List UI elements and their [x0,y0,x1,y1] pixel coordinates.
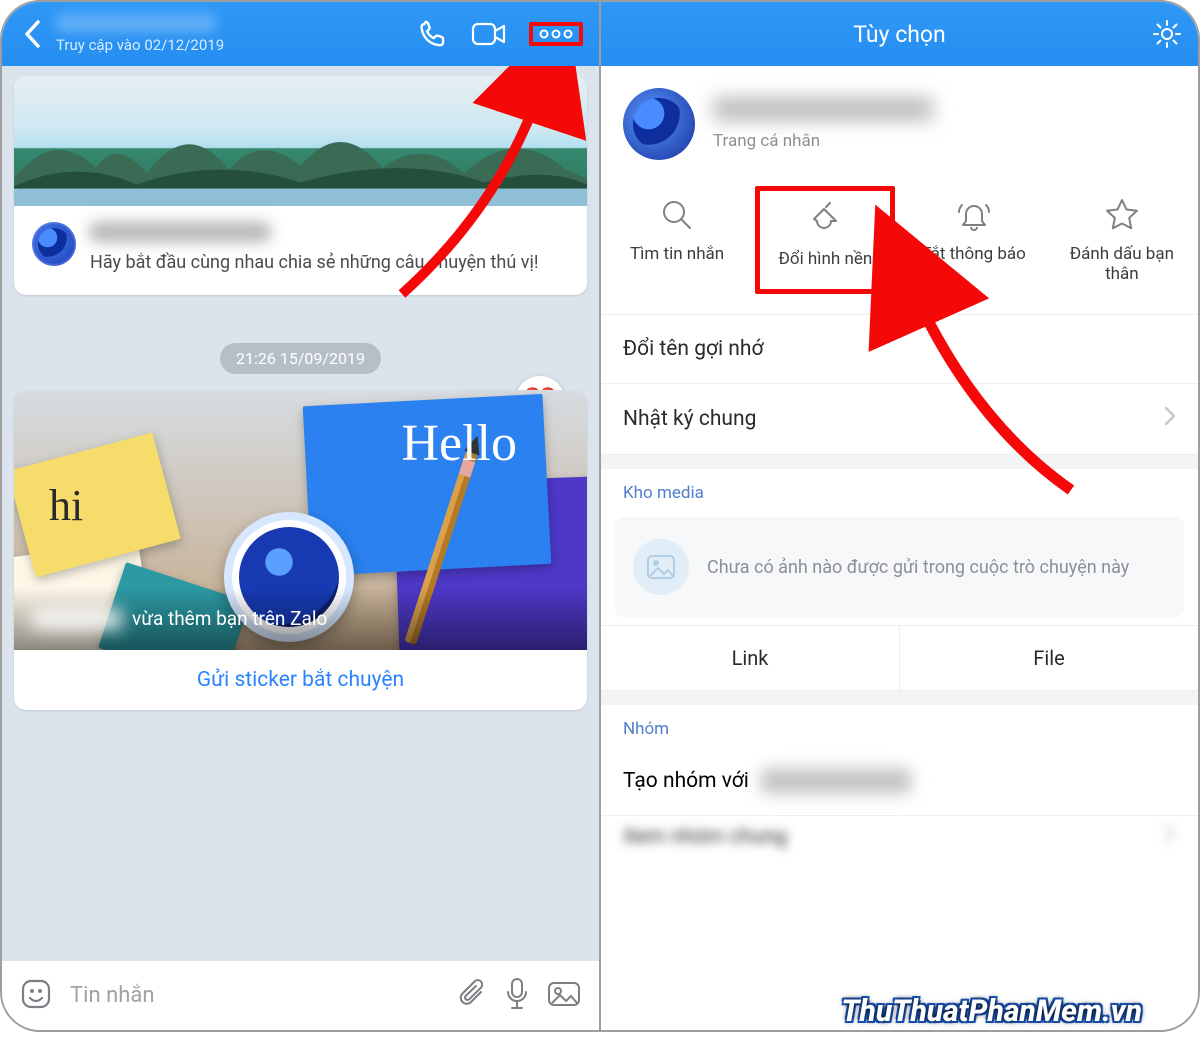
profile-page-link[interactable]: Trang cá nhân [713,131,933,151]
create-group-name-blurred [761,769,911,793]
row-view-common-groups[interactable]: Xem nhóm chung [601,816,1198,850]
options-header: Tùy chọn [601,2,1198,66]
paint-roller-icon [807,201,843,239]
chevron-right-icon [1164,406,1176,432]
action-change-background[interactable]: Đổi hình nền [755,186,895,294]
create-group-prefix: Tạo nhóm với [623,769,749,793]
chat-header: Truy cập vào 02/12/2019 [2,2,599,66]
media-section-label: Kho media [601,469,1198,511]
video-call-icon[interactable] [471,20,507,48]
more-icon[interactable] [539,28,573,40]
message-input[interactable]: Tin nhắn [70,983,154,1008]
watermark-text: ThuThuatPhanMem.vn [841,994,1142,1029]
row-shared-diary[interactable]: Nhật ký chung [601,384,1198,455]
action-search-label: Tìm tin nhắn [630,244,724,264]
row-rename-alias[interactable]: Đổi tên gợi nhớ [601,315,1198,384]
contact-name-blurred-inline [90,222,270,242]
tab-file[interactable]: File [900,626,1198,690]
photo-placeholder-icon [633,539,689,595]
action-mute-notifications[interactable]: Tắt thông báo [904,186,1044,294]
overlay-name-blurred [32,608,122,630]
media-empty-text: Chưa có ảnh nào được gửi trong cuộc trò … [707,557,1129,578]
added-on-zalo-text: vừa thêm bạn trên Zalo [132,607,327,630]
star-icon [1104,196,1140,234]
intro-card: Hãy bắt đầu cùng nhau chia sẻ những câu … [14,76,587,295]
voice-icon[interactable] [505,977,529,1015]
options-title: Tùy chọn [853,21,945,48]
contact-avatar-large[interactable] [623,88,695,160]
action-mark-bestfriend[interactable]: Đánh dấu bạn thân [1052,186,1192,294]
friend-added-card[interactable]: hi Hello vừa thêm bạn trên Zalo Gửi stic… [14,390,587,710]
contact-name-blurred-large [713,97,933,121]
message-input-bar: Tin nhắn [2,960,599,1030]
settings-icon[interactable] [1152,19,1182,49]
intro-cover-image [14,76,587,206]
search-icon [660,196,694,234]
attach-icon[interactable] [459,978,487,1014]
media-empty-box: Chưa có ảnh nào được gửi trong cuộc trò … [615,517,1184,617]
profile-row[interactable]: Trang cá nhân [601,66,1198,182]
row-rename-label: Đổi tên gợi nhớ [623,337,763,361]
intro-text: Hãy bắt đầu cùng nhau chia sẻ những câu … [90,250,538,275]
action-bestfriend-label: Đánh dấu bạn thân [1056,244,1188,284]
action-search-messages[interactable]: Tìm tin nhắn [607,186,747,294]
tab-link[interactable]: Link [601,626,900,690]
contact-avatar-small[interactable] [32,222,76,266]
chevron-right-icon [1164,824,1176,850]
hi-label: hi [49,480,83,531]
contact-name-blurred [56,14,216,32]
back-button[interactable] [18,14,48,54]
gallery-icon[interactable] [547,979,581,1013]
view-common-groups-label: Xem nhóm chung [623,825,787,849]
row-create-group[interactable]: Tạo nhóm với [601,747,1198,816]
row-shared-diary-label: Nhật ký chung [623,407,756,431]
hello-image: hi Hello vừa thêm bạn trên Zalo [14,390,587,650]
action-background-label: Đổi hình nền [778,249,872,269]
message-timestamp: 21:26 15/09/2019 [220,343,381,374]
media-tabs: Link File [601,625,1198,691]
bell-icon [957,196,991,234]
more-options-highlight [529,22,583,46]
group-section-label: Nhóm [601,705,1198,747]
hello-label: Hello [401,414,517,473]
sticker-icon[interactable] [20,978,52,1014]
send-sticker-button[interactable]: Gửi sticker bắt chuyện [14,650,587,710]
call-icon[interactable] [417,18,449,50]
action-mute-label: Tắt thông báo [921,244,1026,264]
actions-row: Tìm tin nhắn Đổi hình nền Tắt thông báo [601,182,1198,315]
last-seen-text: Truy cập vào 02/12/2019 [56,36,417,54]
